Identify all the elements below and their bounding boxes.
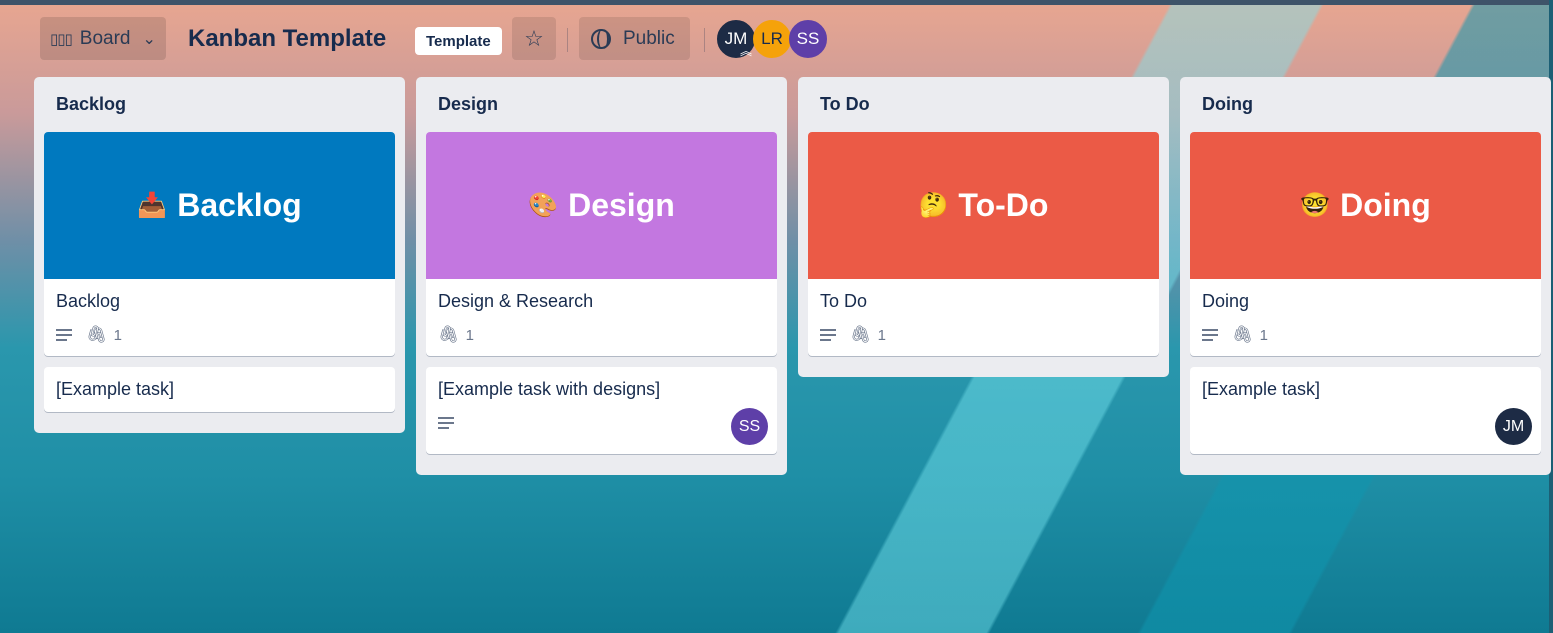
card[interactable]: [Example task] JM — [1190, 367, 1541, 454]
card-title: [Example task] — [1202, 379, 1321, 399]
globe-icon — [591, 28, 611, 49]
card-cover-image: 📥 Backlog — [44, 132, 395, 279]
card-cover-image: 🤓 Doing — [1190, 132, 1541, 279]
paperclip-icon: 🖇 — [438, 325, 460, 344]
card-title: Doing — [1202, 291, 1250, 311]
cover-text: Backlog — [177, 187, 302, 223]
board-view-icon: ▯▯▯ — [50, 30, 73, 48]
star-icon: ☆ — [524, 25, 544, 51]
admin-chevron-icon: ︽ — [740, 44, 753, 58]
list-title[interactable]: To Do — [808, 77, 1159, 132]
list-to-do: To Do 🤔 To-Do To Do 🖇 1 — [798, 77, 1169, 377]
card-cover[interactable]: 🤓 Doing Doing 🖇 1 — [1190, 132, 1541, 356]
member-avatar-ss[interactable]: SS — [789, 20, 827, 58]
list-doing: Doing 🤓 Doing Doing 🖇 1 [Example task] J… — [1180, 77, 1551, 475]
card-member-avatar[interactable]: JM — [1495, 408, 1532, 445]
board-header: ▯▯▯ Board ⌄ Kanban Template Template ☆ P… — [0, 5, 1553, 71]
header-divider — [704, 28, 705, 52]
description-icon — [438, 417, 454, 429]
description-icon — [820, 329, 836, 341]
card-cover-image: 🤔 To-Do — [808, 132, 1159, 279]
attachment-badge: 🖇 1 — [86, 325, 122, 345]
list-title[interactable]: Design — [426, 77, 777, 132]
list-design: Design 🎨 Design Design & Research 🖇 1 [E… — [416, 77, 787, 475]
list-title[interactable]: Doing — [1190, 77, 1541, 132]
attachment-badge: 🖇 1 — [1232, 325, 1268, 345]
thinking-face-icon: 🤔 — [918, 192, 949, 219]
visibility-button[interactable]: Public — [579, 17, 690, 60]
card[interactable]: [Example task] — [44, 367, 395, 412]
card-title: [Example task with designs] — [438, 379, 661, 399]
cover-text: Design — [568, 187, 675, 223]
card-cover[interactable]: 📥 Backlog Backlog 🖇 1 — [44, 132, 395, 356]
template-badge: Template — [415, 27, 502, 55]
nerd-face-icon: 🤓 — [1300, 192, 1331, 219]
header-divider — [567, 28, 568, 52]
card-cover[interactable]: 🤔 To-Do To Do 🖇 1 — [808, 132, 1159, 356]
inbox-tray-icon: 📥 — [137, 192, 168, 219]
view-label: Board — [79, 27, 131, 49]
attachment-count: 1 — [877, 326, 886, 344]
card-cover[interactable]: 🎨 Design Design & Research 🖇 1 — [426, 132, 777, 356]
attachment-count: 1 — [1259, 326, 1268, 344]
list-backlog: Backlog 📥 Backlog Backlog 🖇 1 [Example t… — [34, 77, 405, 433]
card-member-avatar[interactable]: SS — [731, 408, 768, 445]
card-title: [Example task] — [56, 379, 175, 399]
palette-icon: 🎨 — [528, 192, 559, 219]
cover-text: Doing — [1340, 187, 1431, 223]
card-title: To Do — [820, 291, 868, 311]
attachment-count: 1 — [465, 326, 474, 344]
board-title[interactable]: Kanban Template — [188, 25, 386, 53]
visibility-label: Public — [623, 27, 675, 49]
card-title: Design & Research — [438, 291, 594, 311]
attachment-badge: 🖇 1 — [438, 325, 474, 345]
star-board-button[interactable]: ☆ — [512, 17, 556, 60]
attachment-count: 1 — [113, 326, 122, 344]
list-title[interactable]: Backlog — [44, 77, 395, 132]
paperclip-icon: 🖇 — [1232, 325, 1254, 344]
paperclip-icon: 🖇 — [86, 325, 108, 344]
description-icon — [1202, 329, 1218, 341]
card-cover-image: 🎨 Design — [426, 132, 777, 279]
member-avatar-lr[interactable]: LR — [753, 20, 791, 58]
cover-text: To-Do — [958, 187, 1049, 223]
attachment-badge: 🖇 1 — [850, 325, 886, 345]
chevron-down-icon: ⌄ — [142, 30, 156, 48]
paperclip-icon: 🖇 — [850, 325, 872, 344]
card-title: Backlog — [56, 291, 121, 311]
description-icon — [56, 329, 72, 341]
board-view-switcher[interactable]: ▯▯▯ Board ⌄ — [40, 17, 166, 60]
card[interactable]: [Example task with designs] SS — [426, 367, 777, 454]
